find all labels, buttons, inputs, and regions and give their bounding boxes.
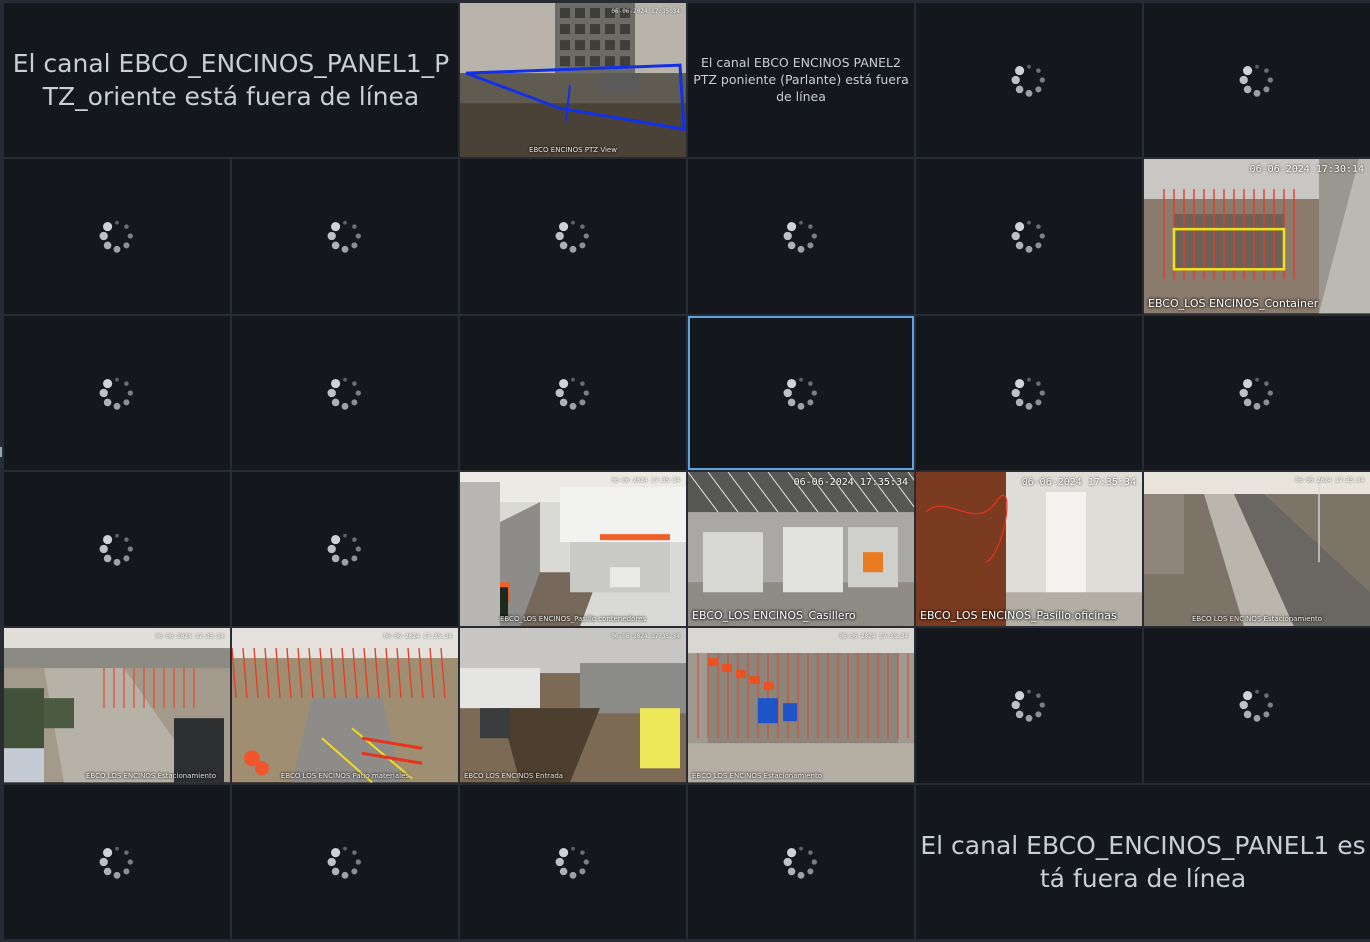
loading-spinner-icon: [1239, 64, 1273, 97]
camera-tile-offline[interactable]: El canal EBCO_ENCINOS_PANEL1 está fuera …: [916, 784, 1370, 939]
camera-tile-loading[interactable]: [916, 159, 1142, 314]
camera-tile-loading[interactable]: [916, 628, 1142, 783]
loading-spinner-icon: [99, 533, 133, 566]
camera-tile-live[interactable]: 06-06-2024 17:35:34 EBCO LOS ENCINOS Pati…: [232, 628, 458, 783]
camera-name-label: EBCO LOS ENCINOS Entrada: [464, 771, 564, 780]
loading-spinner-icon: [1011, 377, 1045, 410]
loading-spinner-icon: [783, 377, 817, 410]
camera-tile-loading[interactable]: [1144, 3, 1370, 158]
loading-spinner-icon: [1011, 690, 1045, 723]
camera-tile-live[interactable]: 06-06-2024 17:35:34 EBCO LOS ENCINOS Esta…: [4, 628, 230, 783]
camera-tile-live[interactable]: 06-06-2024 17:35:34 EBCO LOS ENCINOS Esta…: [1144, 471, 1370, 627]
camera-tile-live[interactable]: 06-06-2024 17:35:34 EBCO ENCINOS PTZ View: [460, 3, 686, 158]
camera-tile-loading[interactable]: [1144, 628, 1370, 783]
camera-tile-loading[interactable]: [232, 471, 458, 627]
offline-message: El canal EBCO_ENCINOS_PANEL1_PTZ_oriente…: [12, 49, 450, 112]
loading-spinner-icon: [327, 377, 361, 410]
loading-spinner-icon: [555, 221, 589, 254]
camera-tile-loading[interactable]: [232, 315, 458, 470]
camera-name-label: EBCO LOS ENCINOS Patio materiales: [280, 771, 410, 780]
camera-tile-loading[interactable]: [688, 784, 914, 939]
camera-tile-live[interactable]: 06-06-2024 17:35:34 EBCO_LOS ENCINOS_Pasi…: [460, 471, 686, 627]
loading-spinner-icon: [99, 221, 133, 254]
camera-timestamp: 06-06-2024 17:35:34: [611, 633, 680, 641]
camera-feed-image: [4, 628, 230, 783]
loading-spinner-icon: [555, 846, 589, 879]
camera-tile-loading[interactable]: [232, 159, 458, 314]
camera-tile-loading[interactable]: [4, 784, 230, 939]
camera-timestamp: 06-06-2024 17:35:34: [383, 633, 452, 641]
camera-tile-loading[interactable]: [460, 784, 686, 939]
camera-timestamp: 06-06-2024 17:35:34: [1295, 476, 1364, 484]
camera-timestamp: 06-06-2024 17:35:34: [155, 633, 224, 641]
camera-feed-image: [916, 471, 1142, 627]
loading-spinner-icon: [1239, 690, 1273, 723]
camera-feed-image: [1144, 471, 1370, 627]
loading-spinner-icon: [327, 533, 361, 566]
camera-timestamp: 06-06-2024 17:35:34: [1021, 476, 1136, 488]
camera-tile-live[interactable]: 06-06-2024 17:35:34 EBCO LOS ENCINOS Esta…: [688, 628, 914, 783]
camera-tile-loading[interactable]: [1144, 315, 1370, 470]
camera-tile-loading[interactable]: [688, 159, 914, 314]
camera-tile-selected[interactable]: [688, 315, 914, 470]
camera-tile-loading[interactable]: [916, 3, 1142, 158]
camera-name-label: EBCO ENCINOS PTZ View: [529, 146, 617, 155]
loading-spinner-icon: [327, 221, 361, 254]
camera-tile-offline[interactable]: El canal EBCO ENCINOS PANEL2 PTZ ponient…: [688, 3, 914, 158]
camera-tile-loading[interactable]: [4, 471, 230, 627]
camera-timestamp: 06-06-2024 17:35:34: [793, 476, 908, 488]
camera-feed-image: [232, 628, 458, 783]
camera-feed-image: [460, 471, 686, 627]
loading-spinner-icon: [1011, 64, 1045, 97]
resize-handle[interactable]: [0, 447, 2, 457]
camera-timestamp: 06-06-2024 17:30:14: [1249, 164, 1364, 176]
camera-tile-loading[interactable]: [4, 315, 230, 470]
loading-spinner-icon: [783, 846, 817, 879]
offline-message: El canal EBCO_ENCINOS_PANEL1 está fuera …: [920, 830, 1366, 893]
camera-feed-image: [460, 3, 686, 158]
camera-timestamp: 06-06-2024 17:35:34: [611, 476, 680, 484]
loading-spinner-icon: [783, 221, 817, 254]
offline-message: El canal EBCO ENCINOS PANEL2 PTZ ponient…: [693, 54, 909, 104]
camera-tile-live[interactable]: 06-06-2024 17:35:34 EBCO_LOS ENCINOS_Casi…: [688, 471, 914, 627]
loading-spinner-icon: [327, 846, 361, 879]
camera-feed-image: [688, 471, 914, 627]
camera-grid: El canal EBCO_ENCINOS_PANEL1_PTZ_oriente…: [4, 3, 1370, 939]
camera-tile-offline[interactable]: El canal EBCO_ENCINOS_PANEL1_PTZ_oriente…: [4, 3, 458, 158]
camera-name-label: EBCO_LOS ENCINOS_Casillero: [692, 609, 856, 623]
camera-tile-live[interactable]: 06-06-2024 17:35:34 EBCO LOS ENCINOS Entr…: [460, 628, 686, 783]
camera-name-label: EBCO_LOS ENCINOS_Pasillo oficinas: [920, 609, 1117, 623]
loading-spinner-icon: [1011, 221, 1045, 254]
camera-name-label: EBCO LOS ENCINOS Estacionamiento: [85, 771, 216, 780]
camera-tile-loading[interactable]: [460, 315, 686, 470]
camera-tile-loading[interactable]: [4, 159, 230, 314]
loading-spinner-icon: [99, 846, 133, 879]
camera-name-label: EBCO_LOS ENCINOS_Pasillo contenedores: [499, 615, 647, 624]
camera-tile-live[interactable]: 06-06-2024 17:30:14 EBCO_LOS ENCINOS_Cont…: [1144, 159, 1370, 314]
camera-timestamp: 06-06-2024 17:35:34: [611, 8, 680, 15]
camera-feed-image: [1144, 159, 1370, 314]
loading-spinner-icon: [1239, 377, 1273, 410]
camera-tile-loading[interactable]: [460, 159, 686, 314]
camera-tile-loading[interactable]: [916, 315, 1142, 470]
camera-name-label: EBCO_LOS ENCINOS_Container: [1148, 296, 1319, 310]
camera-feed-image: [688, 628, 914, 783]
camera-name-label: EBCO LOS ENCINOS Estacionamiento: [692, 771, 823, 780]
camera-tile-live[interactable]: 06-06-2024 17:35:34 EBCO_LOS ENCINOS_Pasi…: [916, 471, 1142, 627]
loading-spinner-icon: [99, 377, 133, 410]
loading-spinner-icon: [555, 377, 589, 410]
camera-tile-loading[interactable]: [232, 784, 458, 939]
camera-timestamp: 06-06-2024 17:35:34: [839, 633, 908, 641]
camera-feed-image: [460, 628, 686, 783]
camera-name-label: EBCO LOS ENCINOS Estacionamiento: [1191, 615, 1323, 624]
